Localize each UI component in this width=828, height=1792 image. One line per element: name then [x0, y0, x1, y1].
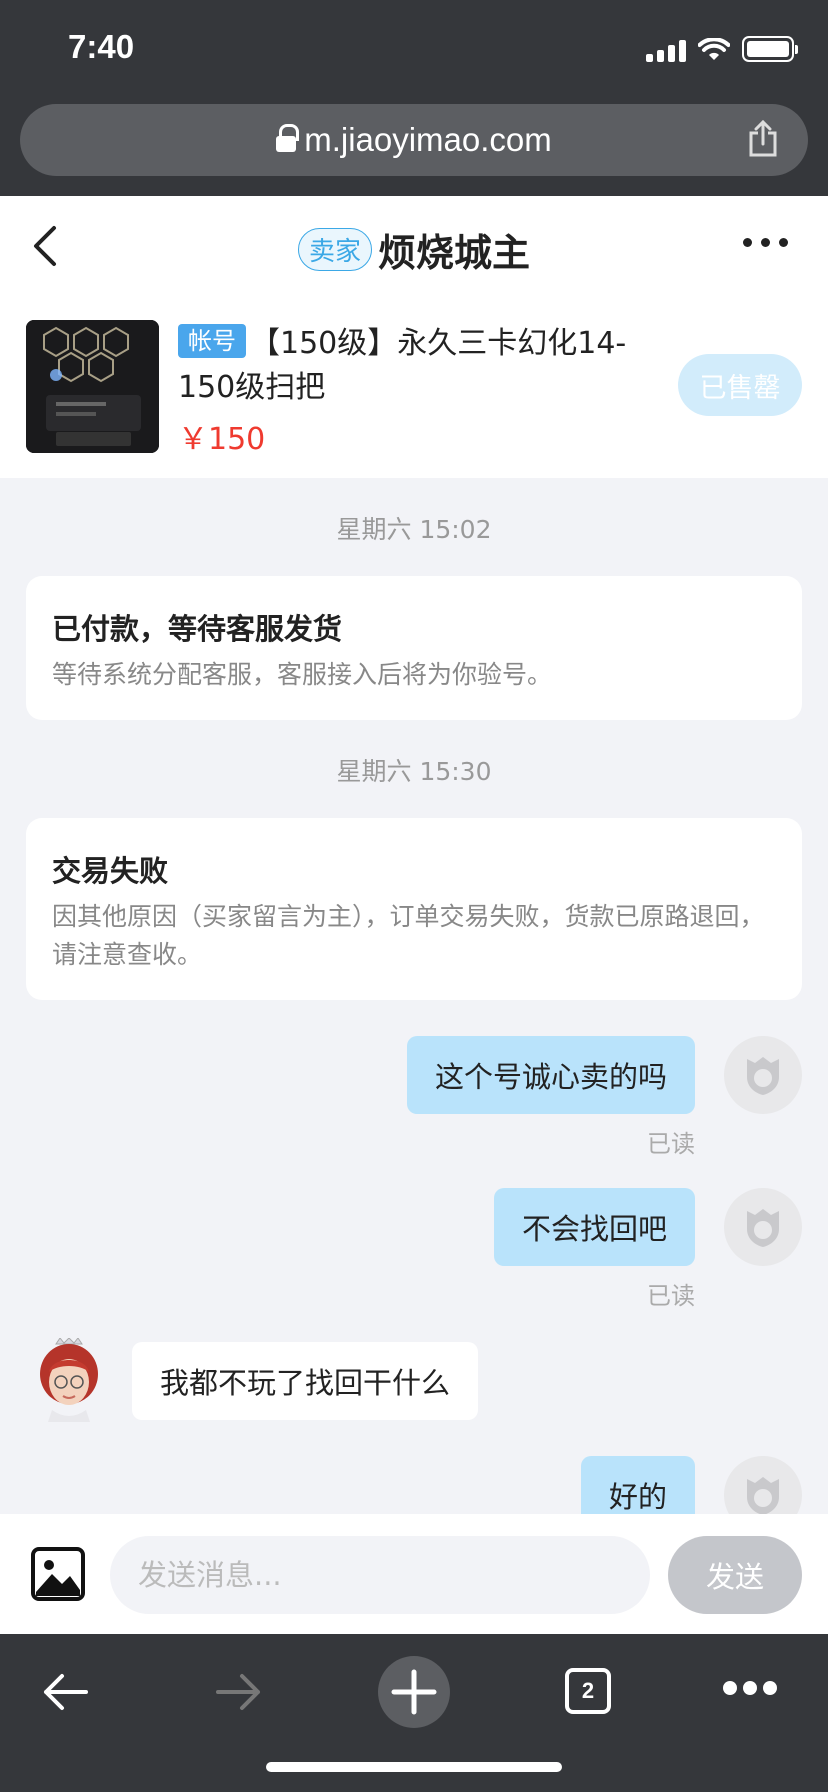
system-message-card: 已付款，等待客服发货 等待系统分配客服，客服接入后将为你验号。	[26, 576, 802, 720]
tab-count: 2	[565, 1668, 611, 1714]
my-message-bubble[interactable]: 这个号诚心卖的吗	[406, 1036, 695, 1114]
cellular-signal-icon	[646, 38, 686, 62]
system-message-card: 交易失败 因其他原因（买家留言为主），订单交易失败，货款已原路退回，请注意查收。	[26, 818, 802, 1000]
browser-back-icon[interactable]	[40, 1670, 90, 1714]
product-price: ￥150	[178, 422, 266, 457]
my-avatar[interactable]	[724, 1456, 802, 1514]
new-tab-icon[interactable]	[378, 1656, 450, 1728]
account-tag: 帐号	[178, 324, 246, 358]
browser-forward-icon[interactable]	[214, 1670, 264, 1714]
message-timestamp: 星期六 15:30	[336, 757, 492, 786]
default-avatar-icon	[747, 1209, 779, 1247]
system-message-title: 交易失败	[52, 854, 169, 888]
home-indicator	[266, 1762, 562, 1772]
product-thumbnail[interactable]	[26, 320, 159, 453]
seller-avatar[interactable]	[30, 1337, 108, 1422]
browser-menu-icon[interactable]	[722, 1680, 778, 1696]
more-options-icon[interactable]	[743, 238, 788, 247]
status-time: 7:40	[68, 28, 135, 65]
status-icons	[646, 36, 798, 62]
chat-header: 卖家 烦烧城主	[0, 196, 828, 296]
my-avatar[interactable]	[724, 1188, 802, 1266]
system-message-desc: 因其他原因（买家留言为主），订单交易失败，货款已原路退回，请注意查收。	[52, 902, 765, 969]
my-avatar[interactable]	[724, 1036, 802, 1114]
chat-title: 烦烧城主	[378, 231, 531, 275]
sold-out-button[interactable]: 已售罄	[678, 354, 802, 416]
product-title: 帐号 【150级】永久三卡幻化14-150级扫把	[178, 322, 638, 410]
message-timestamp: 星期六 15:02	[336, 515, 492, 544]
seller-badge: 卖家	[297, 228, 372, 271]
message-list[interactable]: 星期六 15:02 已付款，等待客服发货 等待系统分配客服，客服接入后将为你验号…	[0, 478, 828, 1514]
read-status: 已读	[647, 1282, 695, 1310]
share-icon[interactable]	[748, 120, 778, 158]
lock-icon	[276, 124, 300, 154]
address-bar[interactable]: m.jiaoyimao.com	[20, 104, 808, 176]
system-message-title: 已付款，等待客服发货	[52, 612, 343, 646]
default-avatar-icon	[747, 1057, 779, 1095]
other-message-bubble[interactable]: 我都不玩了找回干什么	[132, 1342, 479, 1420]
browser-top-bar: 7:40 m.jiaoyimao.com	[0, 0, 828, 196]
my-message-bubble[interactable]: 好的	[580, 1456, 695, 1514]
url-text: m.jiaoyimao.com	[304, 121, 552, 158]
wifi-icon	[698, 38, 730, 60]
browser-bottom-toolbar: 2	[0, 1634, 828, 1792]
image-picker-icon[interactable]	[30, 1546, 86, 1602]
send-button[interactable]: 发送	[668, 1536, 802, 1614]
tab-switcher-button[interactable]: 2	[565, 1668, 611, 1714]
default-avatar-icon	[747, 1477, 779, 1514]
system-message-desc: 等待系统分配客服，客服接入后将为你验号。	[52, 660, 553, 689]
message-input-bar: 发送	[0, 1514, 828, 1634]
message-input[interactable]	[110, 1536, 650, 1614]
battery-icon	[742, 36, 798, 62]
product-card[interactable]: 帐号 【150级】永久三卡幻化14-150级扫把 ￥150 已售罄	[0, 296, 828, 478]
my-message-bubble[interactable]: 不会找回吧	[493, 1188, 695, 1266]
read-status: 已读	[647, 1130, 695, 1158]
